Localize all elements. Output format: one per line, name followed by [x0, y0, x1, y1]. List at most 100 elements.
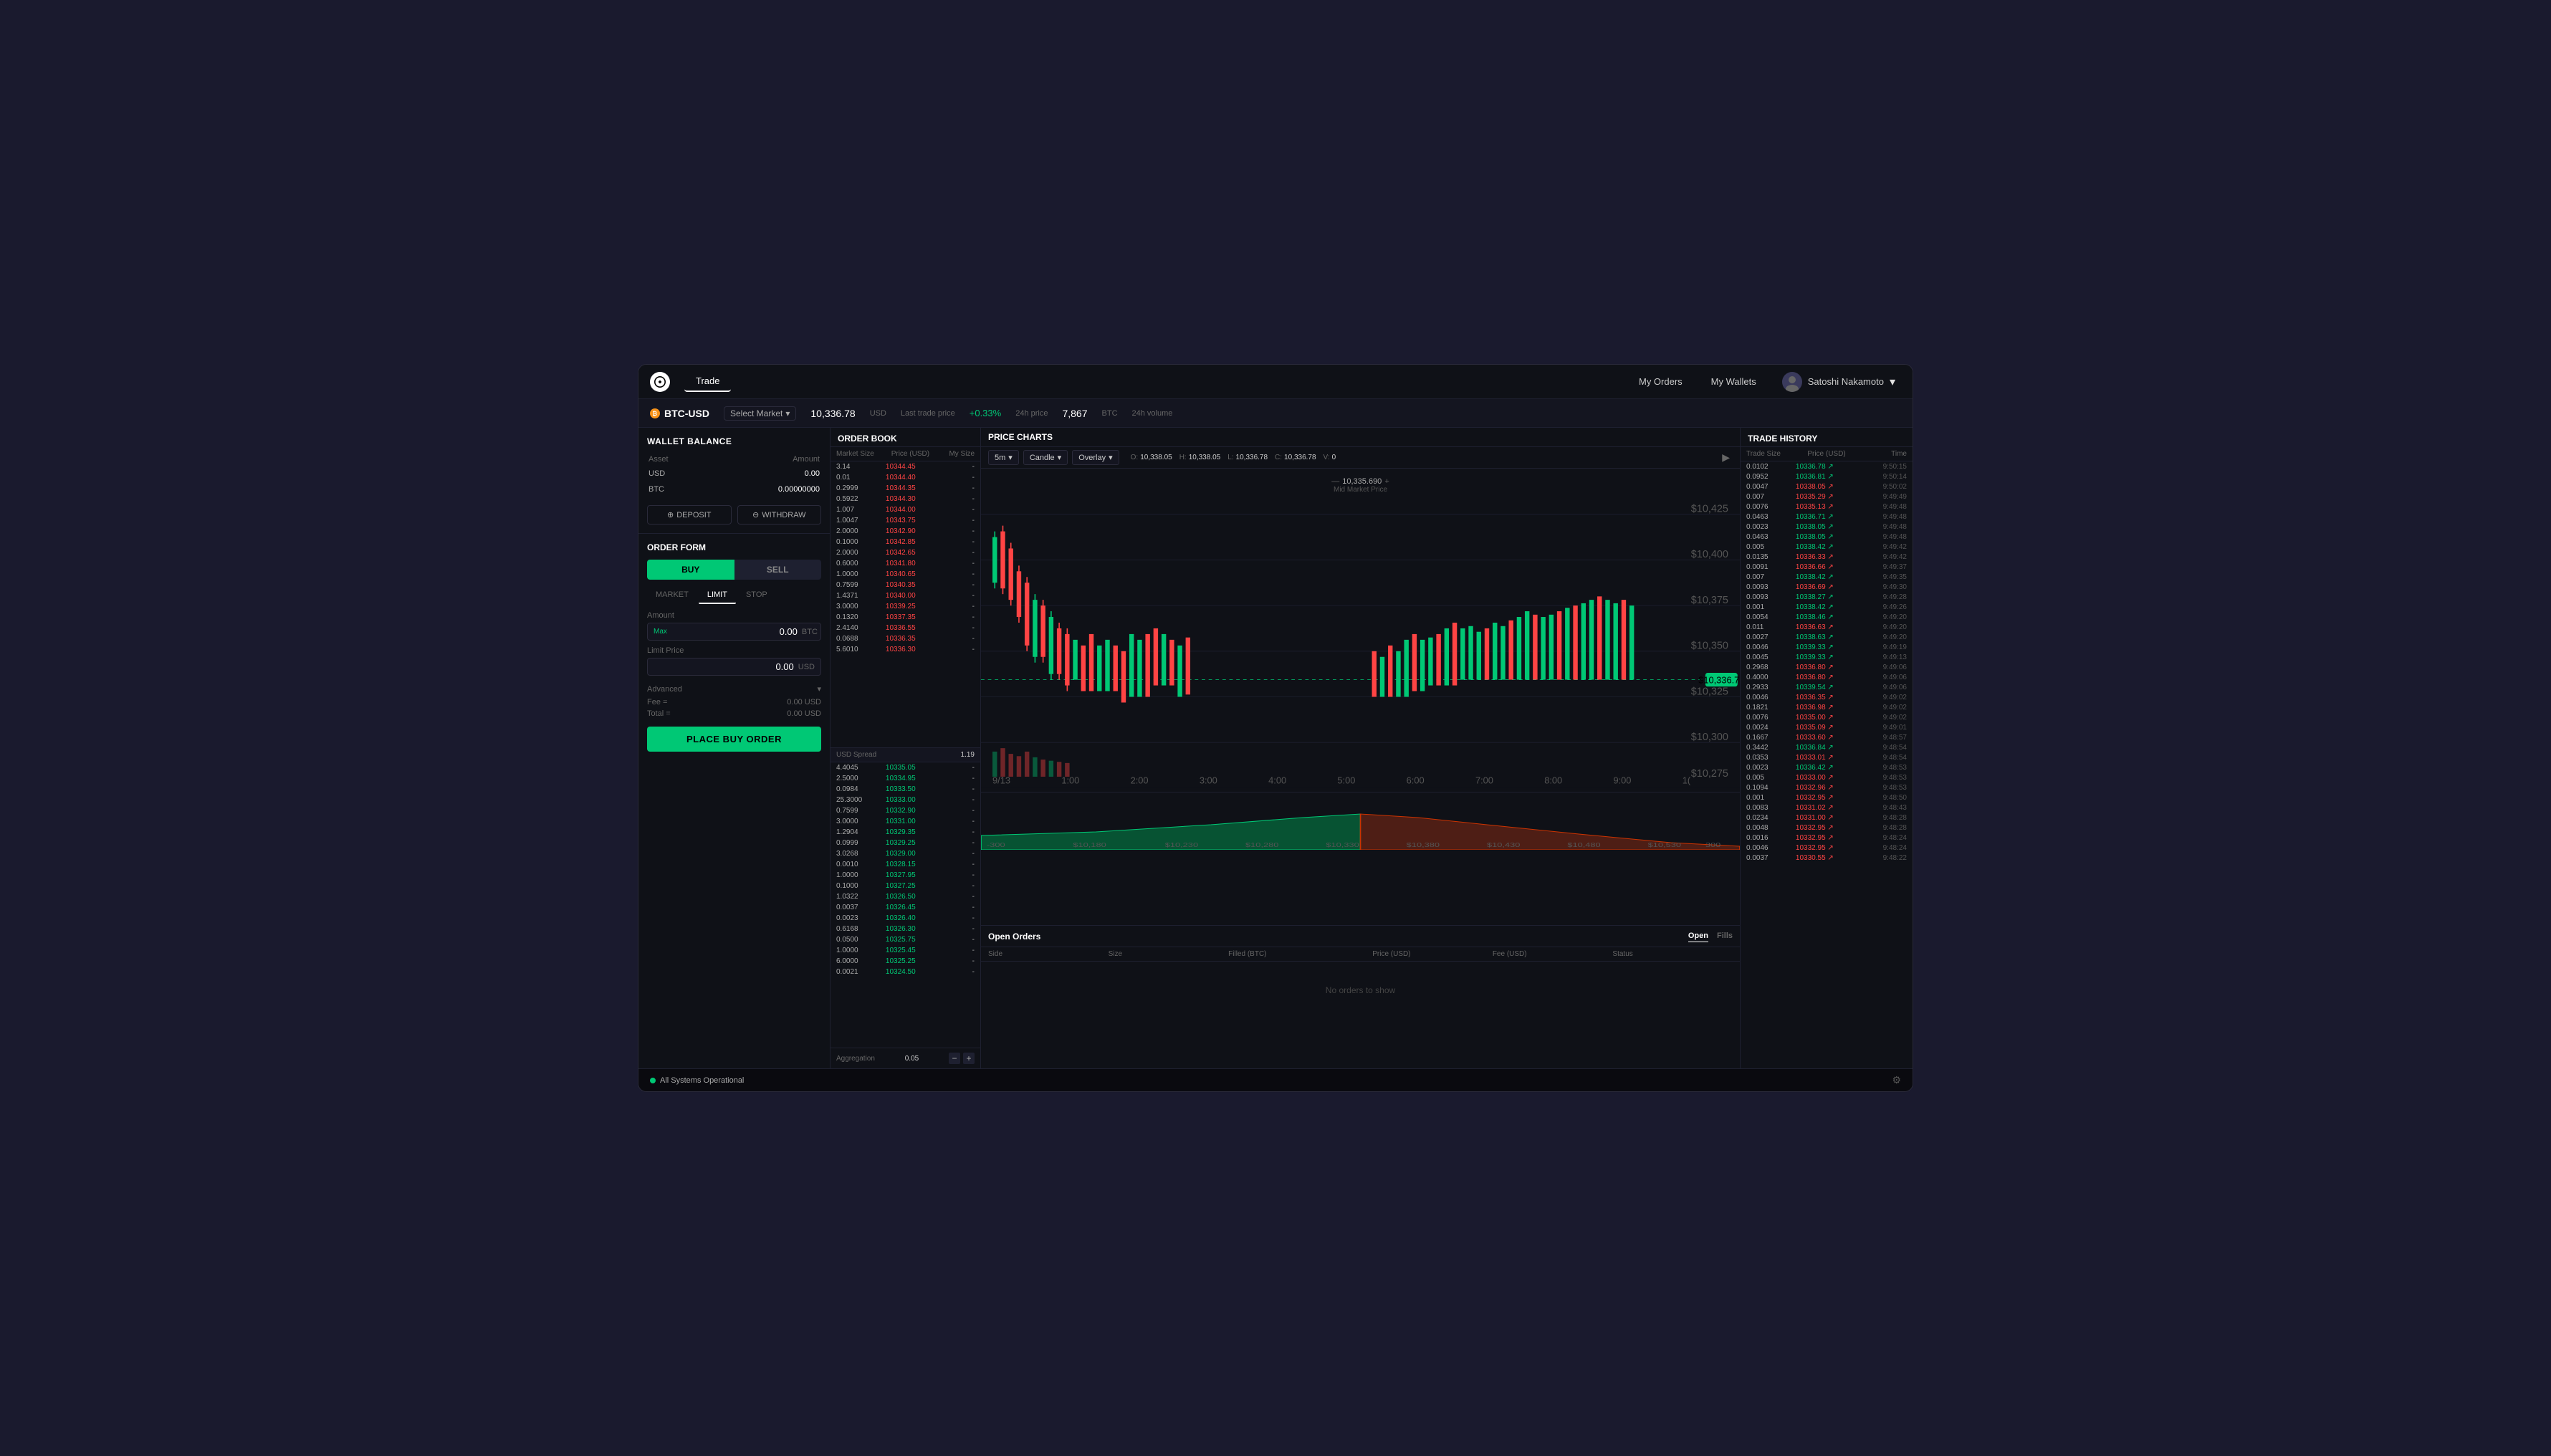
oo-tab-open[interactable]: Open	[1688, 930, 1708, 942]
order-type-stop[interactable]: STOP	[737, 587, 776, 604]
bid-my-size: -	[935, 871, 975, 879]
order-book-bid-row[interactable]: 3.000010331.00-	[831, 816, 980, 827]
order-book-ask-row[interactable]: 5.601010336.30-	[831, 644, 980, 655]
order-book-ask-row[interactable]: 0.759910340.35-	[831, 580, 980, 590]
my-orders-btn[interactable]: My Orders	[1630, 372, 1691, 391]
order-book-bid-row[interactable]: 0.759910332.90-	[831, 805, 980, 816]
amount-input[interactable]	[671, 626, 798, 637]
order-book-ask-row[interactable]: 0.299910344.35-	[831, 483, 980, 494]
gear-icon[interactable]: ⚙	[1892, 1074, 1901, 1086]
order-book-ask-row[interactable]: 2.000010342.65-	[831, 547, 980, 558]
overlay-select[interactable]: Overlay ▾	[1072, 450, 1119, 465]
trade-size: 0.0083	[1746, 804, 1796, 812]
order-book-bid-row[interactable]: 0.050010325.75-	[831, 934, 980, 945]
deposit-btn[interactable]: ⊕ DEPOSIT	[647, 505, 732, 525]
ask-size: 2.0000	[836, 549, 886, 557]
trade-time: 9:49:06	[1857, 664, 1907, 671]
trade-time: 9:48:53	[1857, 774, 1907, 782]
trade-history-row: 0.00510338.42 ↗9:49:42	[1741, 542, 1913, 552]
order-book-bid-row[interactable]: 25.300010333.00-	[831, 795, 980, 805]
nav-tab-trade[interactable]: Trade	[684, 371, 731, 392]
amount-currency-label: BTC	[802, 628, 818, 636]
agg-decrease-btn[interactable]: −	[949, 1053, 960, 1064]
order-book-bid-row[interactable]: 1.032210326.50-	[831, 891, 980, 902]
trade-size: 0.0463	[1746, 513, 1796, 521]
order-book-ask-row[interactable]: 2.000010342.90-	[831, 526, 980, 537]
bid-price: 10325.25	[886, 957, 935, 965]
amount-max-link[interactable]: Max	[654, 628, 667, 636]
order-book-ask-row[interactable]: 0.132010337.35-	[831, 612, 980, 623]
order-book-col-headers: Market Size Price (USD) My Size	[831, 447, 980, 461]
agg-increase-btn[interactable]: +	[963, 1053, 975, 1064]
order-book-bid-row[interactable]: 4.404510335.05-	[831, 762, 980, 773]
order-book-bid-row[interactable]: 1.000010327.95-	[831, 870, 980, 881]
trade-size: 0.0093	[1746, 593, 1796, 601]
status-text: All Systems Operational	[660, 1076, 744, 1085]
order-book-ask-row[interactable]: 2.414010336.55-	[831, 623, 980, 633]
order-book-ask-row[interactable]: 1.437110340.00-	[831, 590, 980, 601]
my-wallets-btn[interactable]: My Wallets	[1703, 372, 1765, 391]
trade-time: 9:49:48	[1857, 503, 1907, 511]
order-book-ask-row[interactable]: 3.1410344.45-	[831, 461, 980, 472]
svg-text:$10,430: $10,430	[1487, 842, 1520, 848]
trade-price: 10336.80 ↗	[1796, 674, 1857, 681]
limit-price-input[interactable]	[654, 661, 794, 672]
order-book-ask-row[interactable]: 0.600010341.80-	[831, 558, 980, 569]
order-book-bid-row[interactable]: 1.290410329.35-	[831, 827, 980, 838]
order-book-bid-row[interactable]: 0.003710326.45-	[831, 902, 980, 913]
order-book-bid-row[interactable]: 6.000010325.25-	[831, 956, 980, 967]
order-book-bid-row[interactable]: 0.100010327.25-	[831, 881, 980, 891]
order-book-bid-row[interactable]: 0.002310326.40-	[831, 913, 980, 924]
order-book-bid-row[interactable]: 3.026810329.00-	[831, 848, 980, 859]
trade-history-row: 0.035310333.01 ↗9:48:54	[1741, 752, 1913, 762]
user-area[interactable]: Satoshi Nakamoto ▾	[1776, 369, 1901, 395]
order-book-ask-row[interactable]: 3.000010339.25-	[831, 601, 980, 612]
order-book-bid-row[interactable]: 1.000010325.45-	[831, 945, 980, 956]
c-label: C:	[1275, 454, 1282, 461]
order-book-ask-row[interactable]: 1.000010340.65-	[831, 569, 980, 580]
order-book-ask-row[interactable]: 1.004710343.75-	[831, 515, 980, 526]
advanced-toggle[interactable]: Advanced ▾	[647, 681, 821, 696]
sell-tab[interactable]: SELL	[734, 560, 822, 580]
trade-time: 9:49:06	[1857, 674, 1907, 681]
timeframe-select[interactable]: 5m ▾	[988, 450, 1019, 465]
order-book-ask-row[interactable]: 0.592210344.30-	[831, 494, 980, 504]
total-value: 0.00 USD	[787, 709, 821, 718]
svg-text:₿: ₿	[653, 411, 658, 417]
order-book-bid-row[interactable]: 0.616810326.30-	[831, 924, 980, 934]
ticker-pair-label: BTC-USD	[664, 408, 709, 419]
buy-sell-tabs: BUY SELL	[647, 560, 821, 580]
chart-type-select[interactable]: Candle ▾	[1023, 450, 1068, 465]
ask-my-size: -	[935, 463, 975, 471]
order-book-ask-row[interactable]: 1.00710344.00-	[831, 504, 980, 515]
withdraw-btn[interactable]: ⊖ WITHDRAW	[737, 505, 822, 525]
order-book-ask-row[interactable]: 0.068810336.35-	[831, 633, 980, 644]
order-type-limit[interactable]: LIMIT	[699, 587, 736, 604]
trade-history-row: 0.00110332.95 ↗9:48:50	[1741, 792, 1913, 803]
place-order-btn[interactable]: PLACE BUY ORDER	[647, 727, 821, 752]
trade-time: 9:49:06	[1857, 684, 1907, 691]
chart-nav-forward-btn[interactable]: ▶	[1719, 451, 1733, 464]
trade-size: 0.0463	[1746, 533, 1796, 541]
trade-size: 0.0091	[1746, 563, 1796, 571]
order-book-bid-row[interactable]: 0.099910329.25-	[831, 838, 980, 848]
app-logo[interactable]	[650, 372, 670, 392]
select-market-btn[interactable]: Select Market ▾	[724, 406, 796, 421]
order-book-bid-row[interactable]: 0.002110324.50-	[831, 967, 980, 977]
order-book-bid-row[interactable]: 0.098410333.50-	[831, 784, 980, 795]
bid-price: 10326.30	[886, 925, 935, 933]
bid-size: 0.0023	[836, 914, 886, 922]
bid-my-size: -	[935, 893, 975, 901]
withdraw-icon: ⊖	[752, 510, 759, 519]
order-book-bid-row[interactable]: 2.500010334.95-	[831, 773, 980, 784]
order-book-ask-row[interactable]: 0.100010342.85-	[831, 537, 980, 547]
order-book-bid-row[interactable]: 0.001010328.15-	[831, 859, 980, 870]
trade-time: 9:49:48	[1857, 533, 1907, 541]
order-book-ask-row[interactable]: 0.0110344.40-	[831, 472, 980, 483]
order-type-market[interactable]: MARKET	[647, 587, 697, 604]
ob-col-price: Price (USD)	[886, 450, 935, 458]
trade-size: 0.0047	[1746, 483, 1796, 491]
trade-price: 10331.02 ↗	[1796, 804, 1857, 812]
buy-tab[interactable]: BUY	[647, 560, 734, 580]
oo-tab-fills[interactable]: Fills	[1717, 930, 1733, 942]
